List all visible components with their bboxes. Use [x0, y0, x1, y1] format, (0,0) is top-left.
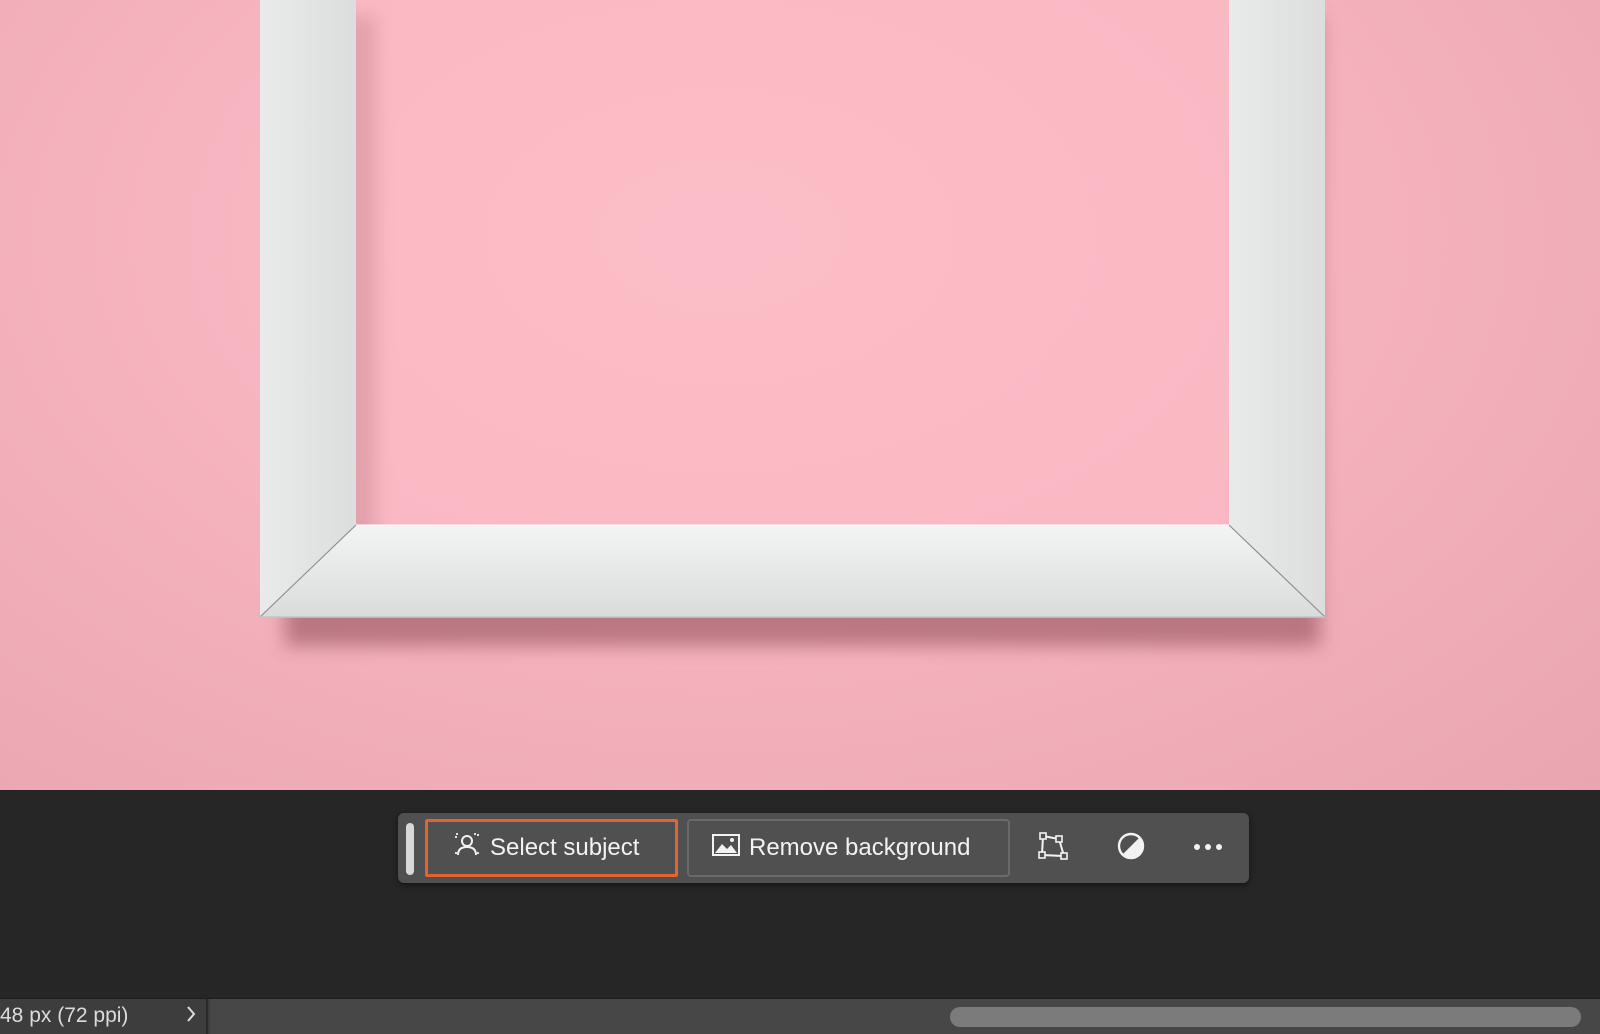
document-canvas[interactable] [0, 0, 1600, 790]
half-circle-adjust-icon [1115, 830, 1147, 867]
adjustment-button[interactable] [1106, 823, 1156, 873]
task-bar-drag-handle[interactable] [406, 823, 414, 875]
horizontal-scrollbar-thumb[interactable] [950, 1007, 1581, 1027]
contextual-task-bar: Select subject Remove background [398, 813, 1249, 883]
photo-frame-image [259, 0, 1326, 646]
select-subject-button[interactable]: Select subject [425, 819, 678, 877]
more-options-button[interactable] [1183, 823, 1233, 873]
transform-button[interactable] [1028, 823, 1078, 873]
person-selection-icon [452, 830, 482, 867]
select-subject-label: Select subject [490, 834, 640, 861]
status-divider [206, 999, 208, 1034]
transform-quad-icon [1037, 830, 1069, 867]
remove-background-label: Remove background [749, 834, 971, 861]
document-info-text: 48 px (72 ppi) [0, 1004, 129, 1027]
status-bar: 48 px (72 ppi) [0, 998, 1600, 1034]
chevron-right-icon [185, 1004, 197, 1029]
status-menu-button[interactable] [180, 1003, 202, 1029]
remove-background-button[interactable]: Remove background [687, 819, 1010, 877]
ellipsis-icon [1192, 839, 1224, 857]
horizontal-scrollbar[interactable] [210, 999, 1600, 1034]
image-icon [711, 832, 741, 865]
photoshop-window: Select subject Remove background 48 px (… [0, 0, 1600, 1034]
